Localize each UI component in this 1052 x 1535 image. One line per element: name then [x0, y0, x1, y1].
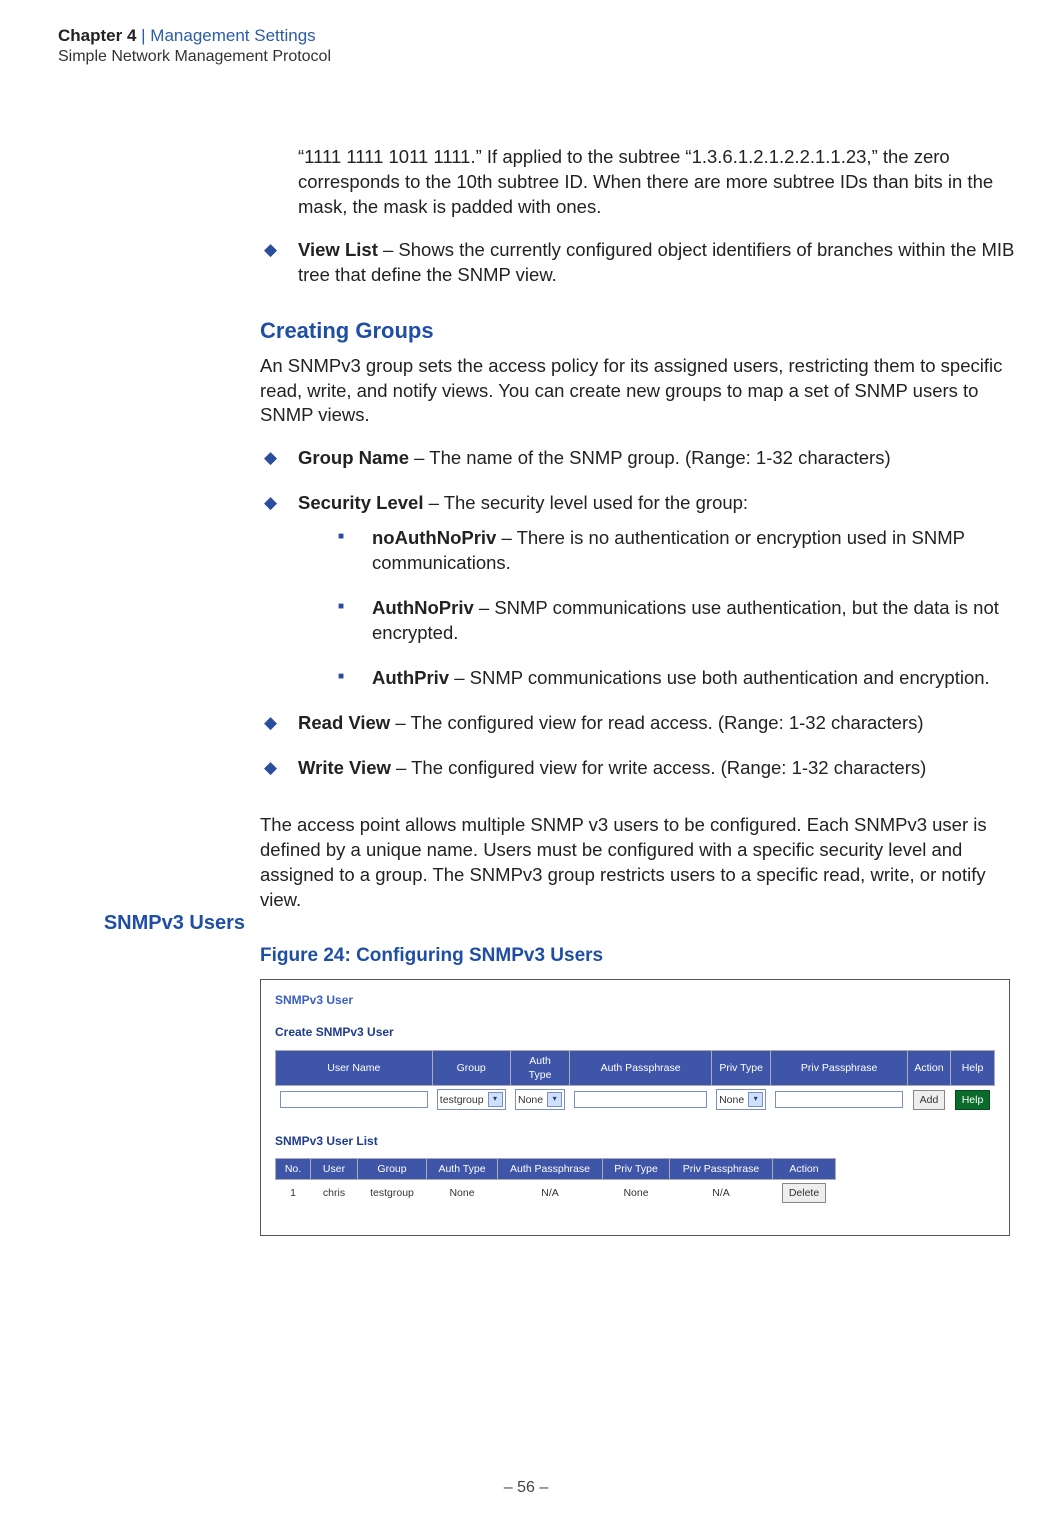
security-level-label: Security Level: [298, 492, 423, 513]
figure-title-main: SNMPv3 User: [275, 992, 995, 1008]
chevron-down-icon: ▾: [748, 1092, 763, 1107]
page-header: Chapter 4 | Management Settings Simple N…: [58, 26, 994, 66]
figure-snmpv3-users: SNMPv3 User Create SNMPv3 User User Name…: [260, 979, 1010, 1236]
col-group: Group: [432, 1051, 510, 1086]
cell-user: chris: [311, 1179, 358, 1206]
col-priv-type: Priv Type: [711, 1051, 770, 1086]
col-action: Action: [907, 1051, 950, 1086]
main-content: “1111 1111 1011 1111.” If applied to the…: [260, 145, 1015, 1236]
mask-paragraph: “1111 1111 1011 1111.” If applied to the…: [260, 145, 1015, 220]
list-col-auth-passphrase: Auth Passphrase: [498, 1158, 603, 1179]
cell-group: testgroup: [358, 1179, 427, 1206]
add-button[interactable]: Add: [913, 1090, 946, 1110]
list-col-group: Group: [358, 1158, 427, 1179]
read-view-label: Read View: [298, 712, 390, 733]
security-level-item: Security Level – The security level used…: [260, 491, 1015, 691]
auth-type-select[interactable]: None ▾: [515, 1089, 565, 1110]
chapter-label: Chapter 4: [58, 26, 136, 45]
write-view-item: Write View – The configured view for wri…: [260, 756, 1015, 781]
user-list-table: No. User Group Auth Type Auth Passphrase…: [275, 1158, 836, 1206]
create-user-input-row: testgroup ▾ None ▾: [276, 1086, 995, 1114]
read-view-item: Read View – The configured view for read…: [260, 711, 1015, 736]
user-list-header-row: No. User Group Auth Type Auth Passphrase…: [276, 1158, 836, 1179]
create-user-header-row: User Name Group Auth Type Auth Passphras…: [276, 1051, 995, 1086]
authnopriv-label: AuthNoPriv: [372, 597, 474, 618]
delete-button[interactable]: Delete: [782, 1183, 826, 1203]
chevron-down-icon: ▾: [488, 1092, 503, 1107]
group-select[interactable]: testgroup ▾: [437, 1089, 506, 1110]
user-name-input[interactable]: [280, 1091, 428, 1108]
chevron-down-icon: ▾: [547, 1092, 562, 1107]
authpriv-item: AuthPriv – SNMP communications use both …: [338, 666, 1015, 691]
write-view-text: – The configured view for write access. …: [391, 757, 926, 778]
user-list-row: 1 chris testgroup None N/A None N/A Dele…: [276, 1179, 836, 1206]
creating-groups-para: An SNMPv3 group sets the access policy f…: [260, 354, 1015, 429]
noauthnopriv-label: noAuthNoPriv: [372, 527, 496, 548]
list-col-action: Action: [773, 1158, 836, 1179]
section-title: Simple Network Management Protocol: [58, 48, 994, 66]
view-list-item: View List – Shows the currently configur…: [260, 238, 1015, 288]
figure-title-list: SNMPv3 User List: [275, 1133, 995, 1149]
col-priv-passphrase: Priv Passphrase: [771, 1051, 908, 1086]
chapter-separator: |: [136, 26, 150, 45]
figure-title-create: Create SNMPv3 User: [275, 1024, 995, 1040]
cell-priv-passphrase: N/A: [670, 1179, 773, 1206]
help-button[interactable]: Help: [955, 1090, 991, 1110]
create-user-table: User Name Group Auth Type Auth Passphras…: [275, 1050, 995, 1113]
list-col-user: User: [311, 1158, 358, 1179]
cell-priv-type: None: [603, 1179, 670, 1206]
authpriv-label: AuthPriv: [372, 667, 449, 688]
group-select-value: testgroup: [440, 1093, 484, 1107]
figure-caption: Figure 24: Configuring SNMPv3 Users: [260, 943, 1015, 969]
noauthnopriv-item: noAuthNoPriv – There is no authenticatio…: [338, 526, 1015, 576]
creating-groups-heading: Creating Groups: [260, 316, 1015, 346]
view-list-label: View List: [298, 239, 378, 260]
col-help: Help: [951, 1051, 995, 1086]
authpriv-text: – SNMP communications use both authentic…: [449, 667, 990, 688]
group-name-text: – The name of the SNMP group. (Range: 1-…: [409, 447, 891, 468]
cell-auth-type: None: [427, 1179, 498, 1206]
group-name-item: Group Name – The name of the SNMP group.…: [260, 446, 1015, 471]
col-user-name: User Name: [276, 1051, 433, 1086]
security-level-text: – The security level used for the group:: [423, 492, 748, 513]
list-col-auth-type: Auth Type: [427, 1158, 498, 1179]
col-auth-passphrase: Auth Passphrase: [570, 1051, 712, 1086]
priv-type-select[interactable]: None ▾: [716, 1089, 766, 1110]
page-number: – 56 –: [0, 1479, 1052, 1497]
read-view-text: – The configured view for read access. (…: [390, 712, 923, 733]
cell-auth-passphrase: N/A: [498, 1179, 603, 1206]
auth-passphrase-input[interactable]: [574, 1091, 707, 1108]
chapter-title: Management Settings: [150, 26, 315, 45]
snmpv3-users-para: The access point allows multiple SNMP v3…: [260, 813, 1015, 913]
list-col-priv-type: Priv Type: [603, 1158, 670, 1179]
view-list-text: – Shows the currently configured object …: [298, 239, 1014, 285]
authnopriv-item: AuthNoPriv – SNMP communications use aut…: [338, 596, 1015, 646]
chapter-line: Chapter 4 | Management Settings: [58, 26, 994, 46]
list-col-priv-passphrase: Priv Passphrase: [670, 1158, 773, 1179]
snmpv3-users-side-heading: SNMPv3 Users: [40, 912, 245, 935]
priv-passphrase-input[interactable]: [775, 1091, 903, 1108]
group-name-label: Group Name: [298, 447, 409, 468]
col-auth-type: Auth Type: [510, 1051, 570, 1086]
cell-no: 1: [276, 1179, 311, 1206]
priv-type-value: None: [719, 1093, 744, 1107]
auth-type-value: None: [518, 1093, 543, 1107]
list-col-no: No.: [276, 1158, 311, 1179]
write-view-label: Write View: [298, 757, 391, 778]
